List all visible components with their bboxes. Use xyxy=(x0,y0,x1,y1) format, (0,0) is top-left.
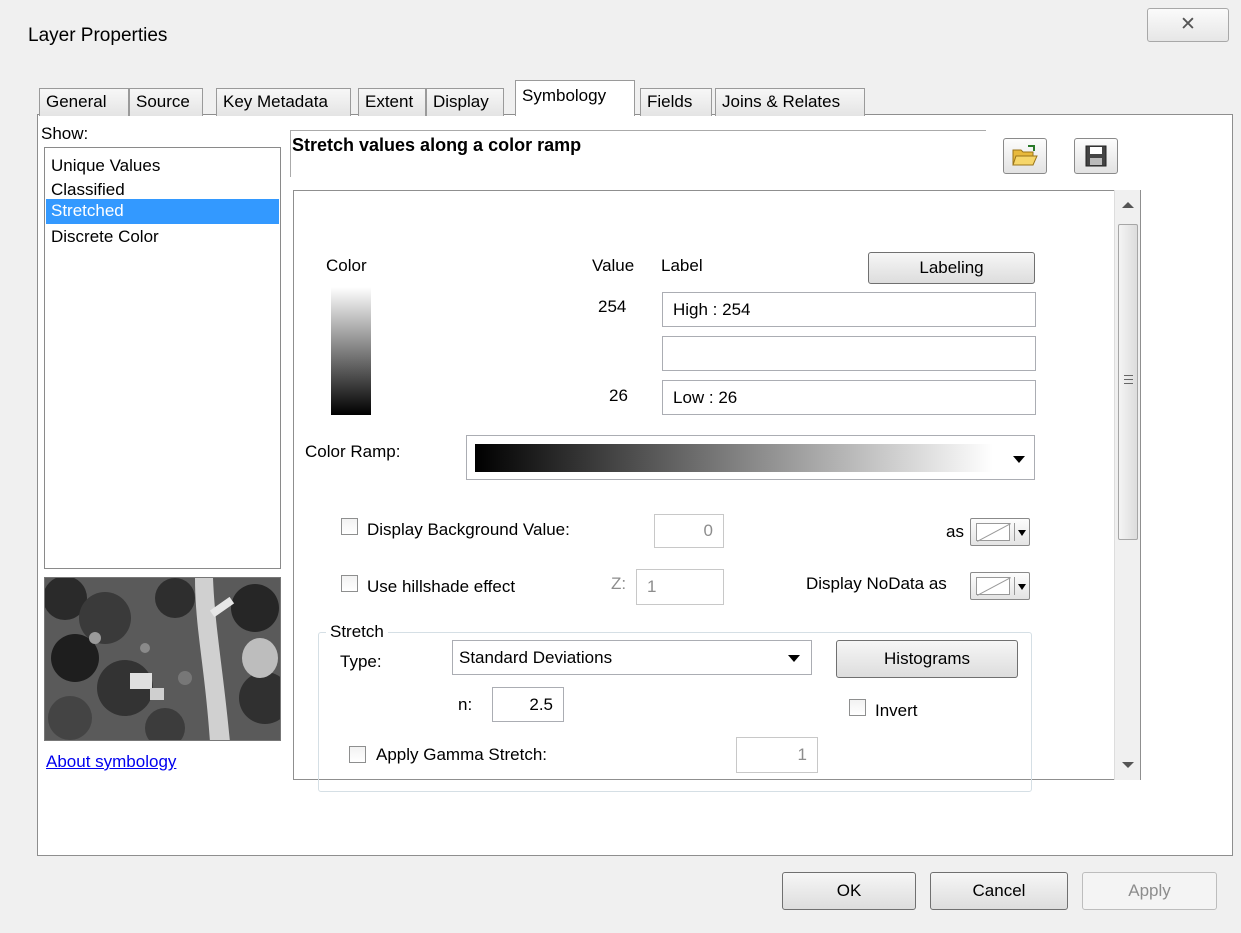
load-symbology-button[interactable] xyxy=(1003,138,1047,174)
value-column-header: Value xyxy=(592,256,635,275)
invert-label: Invert xyxy=(875,701,918,720)
no-color-icon xyxy=(976,523,1010,541)
close-icon: ✕ xyxy=(1180,14,1196,35)
renderer-heading: Stretch values along a color ramp xyxy=(292,135,582,155)
symbology-preview-image xyxy=(44,577,281,741)
tab-extent[interactable]: Extent xyxy=(358,88,426,116)
color-column-header: Color xyxy=(326,256,367,275)
gamma-label: Apply Gamma Stretch: xyxy=(376,745,548,764)
picker-separator xyxy=(1014,577,1015,595)
low-value: 26 xyxy=(609,386,628,405)
tab-key-metadata[interactable]: Key Metadata xyxy=(216,88,351,116)
scrollbar-thumb[interactable] xyxy=(1118,224,1138,540)
color-ramp-label: Color Ramp: xyxy=(305,442,401,461)
list-item-discrete-color[interactable]: Discrete Color xyxy=(46,225,279,250)
list-item-stretched[interactable]: Stretched xyxy=(46,199,279,224)
hillshade-checkbox[interactable] xyxy=(341,575,358,592)
color-gradient-swatch xyxy=(331,287,371,415)
list-item-unique-values[interactable]: Unique Values xyxy=(46,154,279,179)
picker-separator xyxy=(1014,523,1015,541)
labeling-button[interactable]: Labeling xyxy=(868,252,1035,284)
hillshade-z-label: Z: xyxy=(611,574,627,593)
vertical-scrollbar[interactable] xyxy=(1114,190,1140,780)
stretch-type-label: Type: xyxy=(340,652,382,671)
tab-fields[interactable]: Fields xyxy=(640,88,712,116)
chevron-down-icon xyxy=(1018,584,1026,590)
renderer-list[interactable]: Unique Values Classified Stretched Discr… xyxy=(44,147,281,569)
hillshade-label: Use hillshade effect xyxy=(367,577,516,596)
save-symbology-button[interactable] xyxy=(1074,138,1118,174)
nodata-color-picker[interactable] xyxy=(970,572,1030,600)
background-as-label: as xyxy=(946,522,964,541)
tab-general[interactable]: General xyxy=(39,88,129,116)
scroll-up-icon[interactable] xyxy=(1122,202,1134,208)
high-value: 254 xyxy=(598,297,627,316)
gamma-value-field[interactable]: 1 xyxy=(736,737,818,773)
label-column-header: Label xyxy=(661,256,703,275)
show-label: Show: xyxy=(41,124,89,143)
high-label-field[interactable]: High : 254 xyxy=(662,292,1036,327)
color-ramp-gradient xyxy=(475,444,993,472)
hillshade-z-field[interactable]: 1 xyxy=(636,569,724,605)
chevron-down-icon xyxy=(1013,456,1025,463)
gamma-checkbox[interactable] xyxy=(349,746,366,763)
color-ramp-select[interactable] xyxy=(466,435,1035,480)
folder-open-icon xyxy=(1012,145,1038,166)
window-title: Layer Properties xyxy=(28,25,168,46)
histograms-button[interactable]: Histograms xyxy=(836,640,1018,678)
tab-display[interactable]: Display xyxy=(426,88,504,116)
n-value-field[interactable]: 2.5 xyxy=(492,687,564,722)
tab-symbology[interactable]: Symbology xyxy=(515,80,635,116)
display-background-checkbox[interactable] xyxy=(341,518,358,535)
cancel-button[interactable]: Cancel xyxy=(930,872,1068,910)
nodata-label: Display NoData as xyxy=(806,574,947,593)
chevron-down-icon xyxy=(788,655,800,662)
stretch-type-select[interactable]: Standard Deviations xyxy=(452,640,812,675)
mid-label-field[interactable] xyxy=(662,336,1036,371)
stretch-group-label: Stretch xyxy=(326,622,388,642)
background-color-picker[interactable] xyxy=(970,518,1030,546)
close-button[interactable]: ✕ xyxy=(1147,8,1229,42)
tab-source[interactable]: Source xyxy=(129,88,203,116)
background-value-field[interactable]: 0 xyxy=(654,514,724,548)
apply-button[interactable]: Apply xyxy=(1082,872,1217,910)
scroll-down-icon[interactable] xyxy=(1122,762,1134,768)
no-color-icon xyxy=(976,577,1010,595)
n-label: n: xyxy=(458,695,473,714)
tab-joins-relates[interactable]: Joins & Relates xyxy=(715,88,865,116)
chevron-down-icon xyxy=(1018,530,1026,536)
about-symbology-link[interactable]: About symbology xyxy=(46,752,176,772)
stretch-type-value: Standard Deviations xyxy=(459,648,613,667)
display-background-label: Display Background Value: xyxy=(367,520,570,539)
low-label-field[interactable]: Low : 26 xyxy=(662,380,1036,415)
ok-button[interactable]: OK xyxy=(782,872,916,910)
invert-checkbox[interactable] xyxy=(849,699,866,716)
save-icon xyxy=(1085,145,1107,167)
